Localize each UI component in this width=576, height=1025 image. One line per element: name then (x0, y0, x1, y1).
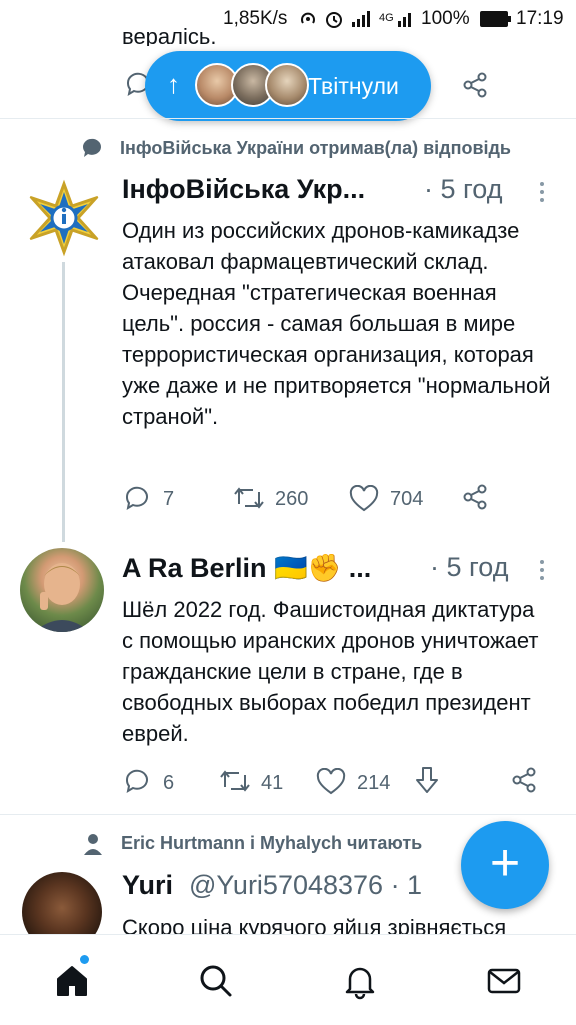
like-count: 704 (390, 488, 424, 510)
previous-tweet-text: вералісь. (122, 24, 217, 46)
downvote-icon[interactable] (414, 765, 440, 795)
search-icon[interactable] (196, 961, 236, 1001)
avatar (265, 63, 309, 107)
reply-count: 6 (163, 772, 175, 794)
unread-dot (80, 955, 89, 964)
messages-icon[interactable] (484, 961, 524, 1001)
person-icon (82, 832, 104, 861)
hotspot-icon (298, 10, 318, 34)
status-bar: 1,85K/s 4G 100% 17:19 (0, 0, 576, 38)
compose-button[interactable]: + (461, 821, 549, 909)
tweet-text: Один из российских дронов-камикадзе атак… (122, 218, 551, 429)
network-speed: 1,85K/s (223, 8, 288, 29)
author-name[interactable]: ІнфоВійська Укр... (122, 174, 365, 205)
tweet-time: · 5 год (424, 174, 503, 204)
retweet-count: 260 (275, 488, 309, 510)
notifications-icon[interactable] (340, 961, 380, 1001)
new-tweets-pill[interactable]: ↑ Твітнули (145, 51, 431, 121)
like-icon[interactable] (349, 484, 379, 515)
home-icon[interactable] (52, 961, 92, 1001)
share-icon[interactable] (462, 72, 488, 103)
plus-icon: + (489, 834, 521, 892)
thread-line (62, 262, 65, 542)
like-count: 214 (357, 772, 391, 794)
retweet-icon[interactable] (219, 767, 251, 797)
clock: 17:19 (516, 8, 564, 29)
bottom-navigation (0, 934, 576, 1025)
tweet-time: · 5 год (430, 552, 509, 582)
reply-context-icon (80, 136, 104, 165)
like-icon[interactable] (316, 767, 346, 798)
reply-icon[interactable] (123, 484, 151, 514)
author-handle: @Yuri57048376 · 1 (189, 870, 423, 900)
signal-icon (352, 10, 374, 33)
reply-icon[interactable] (123, 767, 151, 797)
divider (0, 814, 576, 815)
network-type: 4G (379, 12, 394, 24)
battery-percent: 100% (421, 8, 470, 29)
tweet-context: ІнфоВійська України отримав(ла) відповід… (120, 138, 511, 158)
retweet-icon[interactable] (233, 484, 265, 514)
battery-icon (480, 11, 512, 33)
share-icon[interactable] (462, 484, 488, 514)
divider (0, 118, 576, 119)
tweet-text: Скоро ціна курячого яйця зрівняється (122, 915, 507, 934)
tweet-text: Шёл 2022 год. Фашистоидная диктатура с п… (122, 597, 539, 746)
author-name[interactable]: A Ra Berlin 🇺🇦✊ ... (122, 552, 371, 584)
alarm-icon (324, 9, 344, 35)
reply-count: 7 (163, 488, 175, 510)
arrow-up-icon: ↑ (167, 69, 180, 99)
more-options-icon[interactable] (540, 182, 546, 206)
new-tweets-label: Твітнули (308, 73, 399, 99)
avatar[interactable] (20, 548, 104, 632)
author-name[interactable]: Yuri (122, 870, 173, 901)
share-icon[interactable] (511, 767, 537, 797)
more-options-icon[interactable] (540, 560, 546, 584)
retweet-count: 41 (261, 772, 284, 794)
tweet-context: Eric Hurtmann і Myhalych читають (121, 833, 423, 853)
signal-icon-2 (398, 10, 418, 33)
avatar[interactable] (24, 178, 104, 258)
